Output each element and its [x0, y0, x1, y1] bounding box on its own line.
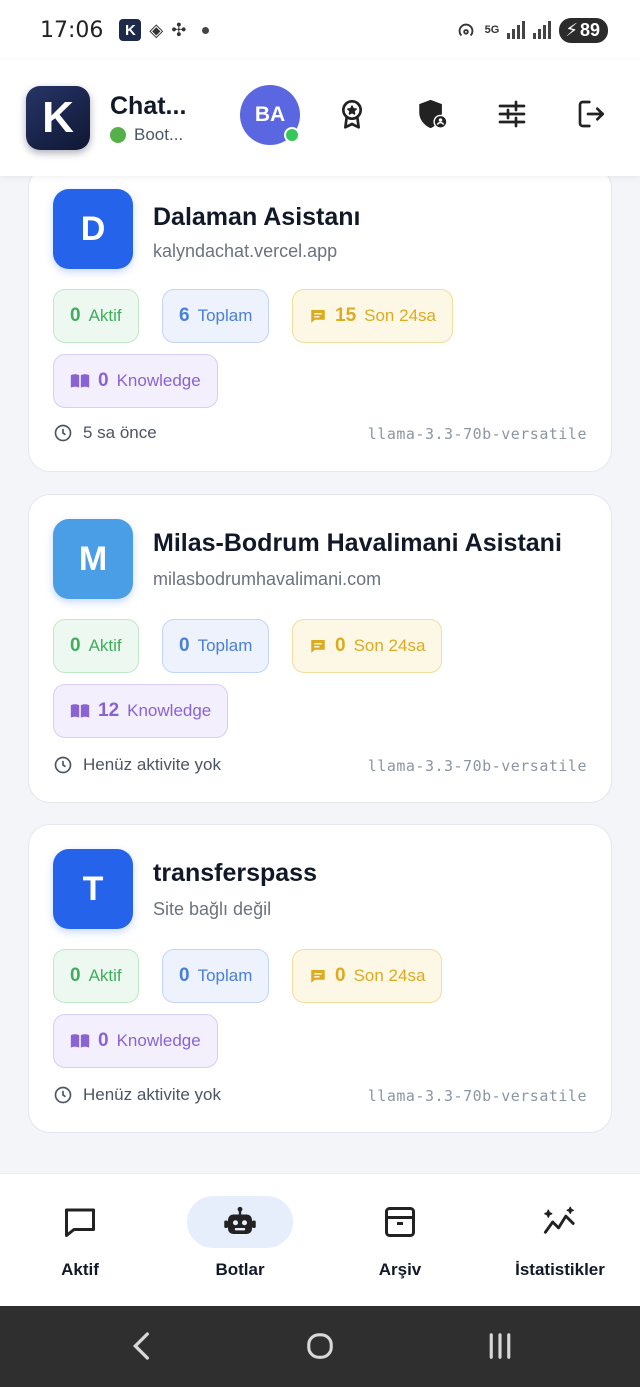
signal-icon — [507, 21, 526, 39]
pinwheel-notification-icon: ✣ — [171, 19, 187, 40]
bot-icon — [224, 1206, 256, 1234]
nav-label: Aktif — [61, 1260, 99, 1279]
bot-model: llama-3.3-70b-versatile — [367, 757, 587, 775]
system-navigation-bar — [0, 1306, 640, 1387]
battery-level: 89 — [579, 19, 600, 40]
nav-tab-statistics[interactable]: İstatistikler — [480, 1196, 640, 1296]
settings-sliders-button[interactable] — [494, 96, 530, 132]
bot-site: milasbodrumhavalimani.com — [153, 569, 382, 589]
knowledge-chip: 0 Knowledge — [53, 1014, 218, 1068]
user-avatar[interactable]: BA — [240, 85, 300, 145]
bottom-navigation: Aktif Botlar Arşiv İstatistikler — [0, 1173, 640, 1306]
app-title: Chat... — [110, 91, 187, 120]
admin-shield-button[interactable] — [414, 96, 450, 132]
book-icon — [70, 1034, 90, 1048]
bot-name: Dalaman Asistanı — [153, 203, 361, 231]
last-activity: Henüz aktivite yok — [53, 1085, 221, 1105]
bot-initial: T — [82, 869, 104, 908]
clock-icon — [54, 756, 72, 774]
nav-tab-archive[interactable]: Arşiv — [320, 1196, 480, 1296]
bot-name: transferspass — [153, 859, 317, 887]
bot-avatar: T — [53, 849, 133, 929]
app-header: K Chat... Boot... BA — [0, 60, 640, 176]
recents-icon — [489, 1333, 511, 1359]
award-icon — [342, 100, 362, 129]
recent-messages-chip: 15 Son 24sa — [292, 289, 453, 343]
bot-name: Milas-Bodrum Havalimani Asistani — [153, 529, 562, 557]
network-type: 5G — [484, 23, 500, 36]
bots-list[interactable]: D Dalaman Asistanı kalyndachat.vercel.ap… — [0, 176, 640, 1173]
bot-model: llama-3.3-70b-versatile — [367, 1087, 587, 1105]
knowledge-chip: 12 Knowledge — [53, 684, 229, 738]
back-button[interactable] — [122, 1326, 162, 1366]
award-button[interactable] — [334, 96, 370, 132]
home-circle-icon — [307, 1333, 333, 1359]
bot-site: Site bağlı değil — [153, 899, 272, 919]
recents-button[interactable] — [480, 1326, 520, 1366]
bot-card[interactable]: M Milas-Bodrum Havalimani Asistani milas… — [28, 494, 612, 803]
bot-avatar: M — [53, 519, 133, 599]
signal-icon-2 — [533, 21, 552, 39]
stats-sparkle-icon — [543, 1206, 575, 1234]
app-notification-icon: K — [119, 19, 142, 41]
knowledge-chip: 0 Knowledge — [53, 354, 218, 408]
diamond-notification-icon: ◈ — [149, 19, 164, 40]
status-time: 17:06 — [40, 17, 104, 43]
online-indicator — [284, 127, 300, 143]
hotspot-icon — [458, 23, 473, 37]
nav-label: İstatistikler — [515, 1260, 605, 1279]
status-bar: 17:06 K ◈ ✣ 5G ⚡ 89 — [0, 0, 640, 60]
clock-icon — [54, 1086, 72, 1104]
bot-card[interactable]: T transferspass Site bağlı değil 0 Aktif … — [28, 824, 612, 1133]
message-icon — [311, 640, 325, 653]
charging-icon: ⚡ — [565, 19, 578, 40]
bot-initial: M — [78, 539, 108, 578]
bot-site: kalyndachat.vercel.app — [153, 241, 338, 261]
nav-label: Arşiv — [378, 1260, 422, 1279]
message-square-icon — [65, 1208, 95, 1237]
status-dot-icon — [110, 126, 126, 143]
nav-tab-active[interactable]: Aktif — [0, 1196, 160, 1296]
last-activity: Henüz aktivite yok — [53, 755, 221, 775]
logout-button[interactable] — [574, 96, 610, 132]
last-activity: 5 sa önce — [53, 423, 157, 443]
clock-icon — [54, 424, 72, 442]
total-chats-chip: 0 Toplam — [162, 619, 270, 673]
more-notifications-dot — [202, 26, 210, 34]
bot-initial: D — [80, 209, 106, 248]
sliders-icon — [498, 100, 526, 128]
book-icon — [70, 704, 90, 718]
recent-messages-chip: 0 Son 24sa — [292, 949, 443, 1003]
avatar-initials: BA — [254, 103, 286, 126]
active-chats-chip: 0 Aktif — [53, 289, 139, 343]
app-subtitle: Boot... — [134, 124, 184, 144]
home-button[interactable] — [300, 1326, 340, 1366]
active-chats-chip: 0 Aktif — [53, 619, 139, 673]
message-icon — [311, 970, 325, 983]
battery-indicator: ⚡ 89 — [559, 17, 608, 43]
recent-messages-chip: 0 Son 24sa — [292, 619, 443, 673]
active-chats-chip: 0 Aktif — [53, 949, 139, 1003]
nav-tab-bots[interactable]: Botlar — [160, 1196, 320, 1296]
total-chats-chip: 6 Toplam — [162, 289, 270, 343]
logout-icon — [578, 100, 604, 128]
shield-user-icon — [419, 99, 448, 129]
bot-avatar: D — [53, 189, 133, 269]
total-chats-chip: 0 Toplam — [162, 949, 270, 1003]
message-icon — [311, 310, 325, 323]
app-logo[interactable]: K — [26, 86, 90, 150]
archive-icon — [385, 1207, 415, 1237]
bot-model: llama-3.3-70b-versatile — [367, 425, 587, 443]
nav-label: Botlar — [215, 1260, 265, 1279]
book-icon — [70, 374, 90, 388]
back-chevron-icon — [132, 1332, 149, 1360]
bot-card[interactable]: D Dalaman Asistanı kalyndachat.vercel.ap… — [28, 176, 612, 472]
